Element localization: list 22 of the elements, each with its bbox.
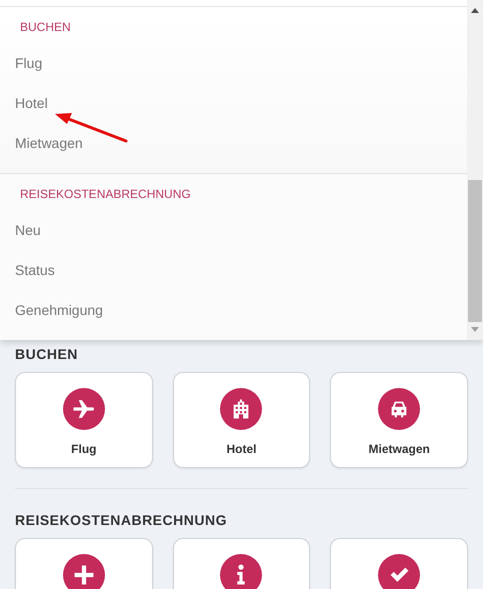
section-heading: REISEKOSTENABRECHNUNG <box>15 511 227 529</box>
checkmark-icon <box>378 554 420 589</box>
scrollbar-thumb[interactable] <box>468 180 482 322</box>
tile-button[interactable]: Hotel <box>172 372 310 468</box>
tile-button[interactable]: Mietwagen <box>330 372 468 468</box>
menu-item[interactable]: Flug <box>0 43 50 83</box>
menu-item[interactable]: Mietwagen <box>0 123 91 163</box>
building-icon <box>220 388 262 430</box>
tile-button[interactable]: Flug <box>15 372 153 468</box>
info-icon <box>220 554 262 589</box>
plus-icon <box>62 554 105 589</box>
menu-section-heading: BUCHEN <box>19 19 71 35</box>
car-icon <box>378 388 420 430</box>
scroll-up-icon[interactable] <box>471 8 479 13</box>
menu-item[interactable]: Neu <box>0 210 49 250</box>
menu-section-heading: REISEKOSTENABRECHNUNG <box>19 186 191 202</box>
menu-item[interactable]: Status <box>0 250 63 290</box>
airplane-icon <box>62 388 105 430</box>
menu-item[interactable]: Genehmigung <box>0 290 111 330</box>
scrollbar[interactable] <box>467 0 483 340</box>
section-heading: BUCHEN <box>15 345 78 363</box>
menu-item[interactable]: Hotel <box>0 83 56 123</box>
